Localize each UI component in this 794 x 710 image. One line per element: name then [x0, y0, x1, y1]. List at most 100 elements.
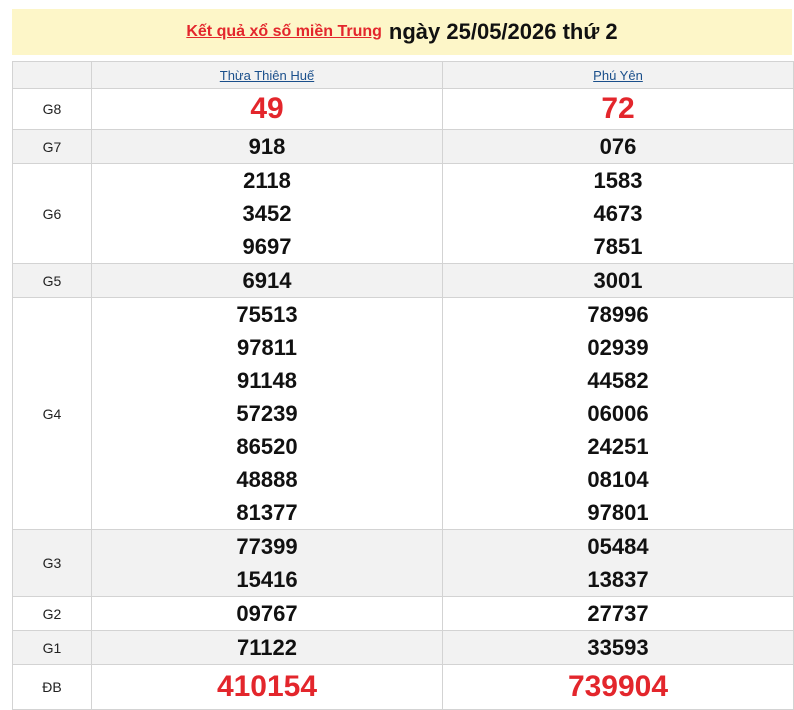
prize-label: G1 [12, 630, 92, 665]
winning-number: 13837 [587, 567, 649, 592]
winning-number: 71122 [237, 635, 297, 660]
number-stack: 77399 15416 [92, 530, 442, 596]
prize-row-7: G2 09767 27737 [12, 596, 794, 631]
winning-number: 08104 [587, 467, 649, 492]
winning-number: 97801 [587, 500, 649, 525]
number-stack: 75513 97811 91148 57239 86520 48888 81377 [92, 298, 442, 529]
winning-number: 27737 [587, 601, 649, 626]
lottery-results-table: Thừa Thiên Huế Phú Yên G8 49 72 G7 918 076 G6 2… [12, 61, 794, 710]
prize-label: G6 [12, 163, 92, 264]
prize-row-4: G5 6914 3001 [12, 263, 794, 298]
winning-number: 4673 [593, 201, 643, 226]
number-stack: 1583 4673 7851 [443, 164, 793, 263]
winning-number: 15416 [236, 567, 298, 592]
number-stack: 739904 [443, 667, 793, 707]
prize-cell-province-2: 076 [442, 129, 794, 164]
winning-number: 9697 [242, 234, 292, 259]
prize-cell-province-1: 2118 3452 9697 [91, 163, 443, 264]
prize-label: G5 [12, 263, 92, 298]
winning-number: 09767 [236, 601, 298, 626]
number-stack: 71122 [92, 631, 442, 664]
prize-row-3: G6 2118 3452 9697 1583 4673 7851 [12, 163, 794, 264]
winning-number: 06006 [587, 401, 649, 426]
prize-cell-province-1: 49 [91, 88, 443, 130]
winning-number: 739904 [567, 670, 669, 703]
prize-cell-province-1: 6914 [91, 263, 443, 298]
prize-cell-province-2: 05484 13837 [442, 529, 794, 597]
number-stack: 3001 [443, 264, 793, 297]
prize-label: G8 [12, 88, 92, 130]
prize-row-5: G4 75513 97811 91148 57239 86520 48888 81377 789… [12, 297, 794, 530]
prize-label: G4 [12, 297, 92, 530]
prize-row-9: ĐB 410154 739904 [12, 664, 794, 710]
prize-cell-province-1: 410154 [91, 664, 443, 710]
winning-number: 75513 [236, 302, 298, 327]
number-stack: 78996 02939 44582 06006 24251 08104 97801 [443, 298, 793, 529]
winning-number: 1583 [593, 168, 643, 193]
winning-number: 81377 [236, 500, 298, 525]
winning-number: 91148 [237, 368, 297, 393]
prize-label: G7 [12, 129, 92, 164]
winning-number: 49 [250, 92, 284, 125]
winning-number: 3452 [242, 201, 292, 226]
prize-cell-province-1: 75513 97811 91148 57239 86520 48888 81377 [91, 297, 443, 530]
winning-number: 410154 [216, 670, 318, 703]
prize-cell-province-2: 1583 4673 7851 [442, 163, 794, 264]
prize-row-8: G1 71122 33593 [12, 630, 794, 665]
number-stack: 6914 [92, 264, 442, 297]
corner-cell [12, 61, 92, 89]
prize-row-1: G8 49 72 [12, 88, 794, 130]
prize-row-6: G3 77399 15416 05484 13837 [12, 529, 794, 597]
winning-number: 33593 [587, 635, 649, 660]
prize-cell-province-2: 72 [442, 88, 794, 130]
winning-number: 77399 [236, 534, 298, 559]
winning-number: 918 [248, 134, 286, 159]
winning-number: 3001 [593, 268, 643, 293]
number-stack: 2118 3452 9697 [92, 164, 442, 263]
prize-cell-province-2: 3001 [442, 263, 794, 298]
province-link-2[interactable]: Phú Yên [593, 68, 643, 83]
number-stack: 09767 [92, 597, 442, 630]
prize-cell-province-2: 33593 [442, 630, 794, 665]
province-header-row: Thừa Thiên Huế Phú Yên [12, 61, 794, 89]
winning-number: 7851 [593, 234, 643, 259]
region-results-link[interactable]: Kết quả xổ số miền Trung [186, 23, 382, 41]
prize-label: ĐB [12, 664, 92, 710]
winning-number: 48888 [236, 467, 298, 492]
prize-rows: G8 49 72 G7 918 076 G6 2118 3452 9697 1583 4673 7851… [12, 88, 794, 710]
number-stack: 05484 13837 [443, 530, 793, 596]
number-stack: 33593 [443, 631, 793, 664]
winning-number: 97811 [237, 335, 297, 360]
winning-number: 05484 [587, 534, 649, 559]
province-header-1: Thừa Thiên Huế [91, 61, 443, 89]
prize-cell-province-2: 27737 [442, 596, 794, 631]
prize-label: G2 [12, 596, 92, 631]
winning-number: 86520 [236, 434, 298, 459]
province-link-1[interactable]: Thừa Thiên Huế [220, 68, 314, 83]
winning-number: 72 [601, 92, 635, 125]
winning-number: 57239 [236, 401, 298, 426]
prize-cell-province-1: 918 [91, 129, 443, 164]
prize-label: G3 [12, 529, 92, 597]
prize-cell-province-2: 78996 02939 44582 06006 24251 08104 97801 [442, 297, 794, 530]
prize-cell-province-1: 77399 15416 [91, 529, 443, 597]
number-stack: 27737 [443, 597, 793, 630]
prize-cell-province-1: 71122 [91, 630, 443, 665]
winning-number: 78996 [587, 302, 649, 327]
results-date-title: ngày 25/05/2026 thứ 2 [388, 19, 618, 44]
winning-number: 076 [599, 134, 637, 159]
number-stack: 410154 [92, 667, 442, 707]
results-header: Kết quả xổ số miền Trung ngày 25/05/2026… [12, 9, 792, 55]
number-stack: 918 [92, 130, 442, 163]
prize-row-2: G7 918 076 [12, 129, 794, 164]
winning-number: 6914 [242, 268, 292, 293]
province-header-2: Phú Yên [442, 61, 794, 89]
number-stack: 72 [443, 89, 793, 129]
winning-number: 2118 [243, 168, 291, 193]
prize-cell-province-1: 09767 [91, 596, 443, 631]
prize-cell-province-2: 739904 [442, 664, 794, 710]
number-stack: 076 [443, 130, 793, 163]
winning-number: 44582 [587, 368, 649, 393]
number-stack: 49 [92, 89, 442, 129]
winning-number: 02939 [587, 335, 649, 360]
